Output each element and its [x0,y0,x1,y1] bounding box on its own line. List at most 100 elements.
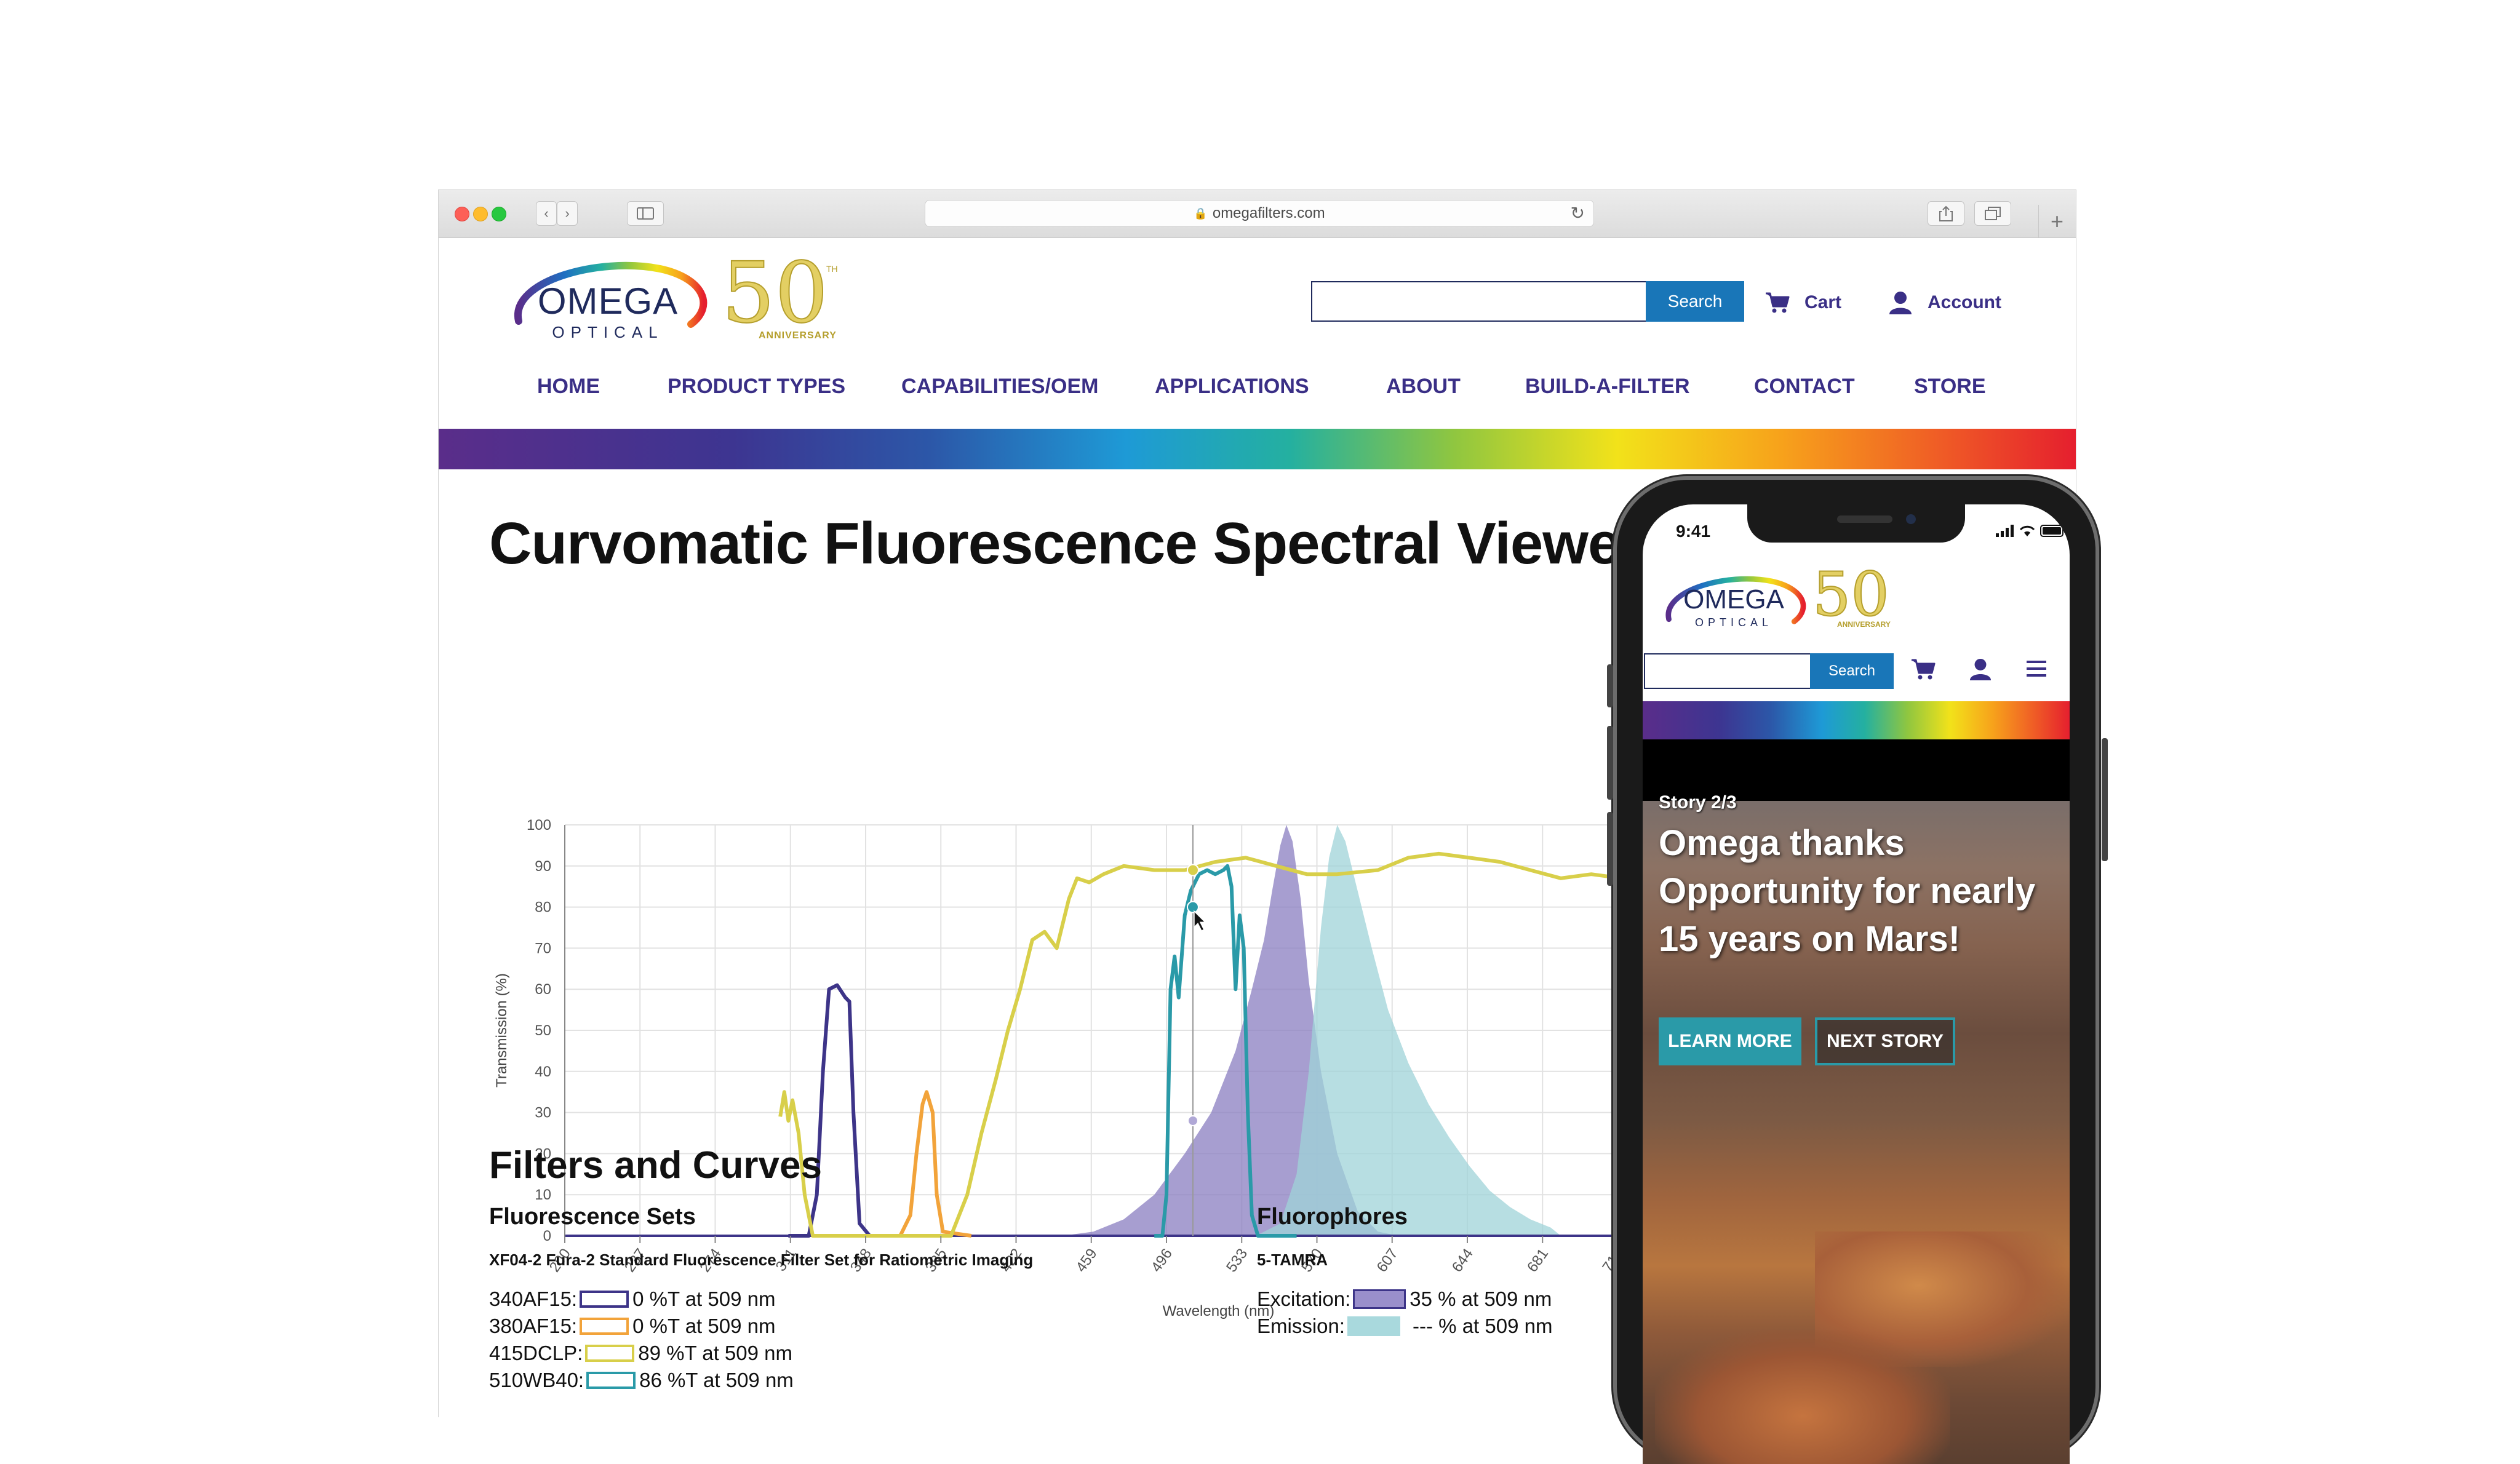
fluorophore-row: Excitation: 35 % at 509 nm [1257,1287,1552,1311]
filter-swatch[interactable] [585,1345,635,1362]
excitation-swatch[interactable] [1353,1289,1406,1309]
filter-value: 86 %T at 509 nm [639,1369,794,1391]
filter-name: 380AF15: [489,1315,578,1337]
x-tick-label: 644 [1449,1246,1477,1275]
anniversary-number: 50 [1812,560,1890,630]
mobile-cart-button[interactable] [1911,658,1936,683]
mobile-anniversary-badge: 50 ANNIVERSARY [1812,560,1911,636]
anniversary-th: TH [826,264,838,274]
filter-set-name: XF04-2 Fura-2 Standard Fluorescence Filt… [489,1251,1034,1269]
browser-toolbar: ‹ › 🔒 omegafilters.com ↻ + [439,190,2076,238]
cart-label: Cart [1804,292,1842,312]
minimize-window-button[interactable] [473,207,488,221]
status-time: 9:41 [1676,522,1711,541]
main-nav: HOME PRODUCT TYPES CAPABILITIES/OEM APPL… [439,375,2076,412]
filter-swatch[interactable] [580,1291,629,1308]
emission-swatch[interactable] [1347,1316,1401,1336]
cart-link[interactable]: Cart [1765,287,1841,318]
nav-home[interactable]: HOME [537,375,600,399]
filter-swatch[interactable] [580,1318,629,1335]
wifi-icon [2019,525,2035,536]
omega-logo[interactable]: OMEGA OPTICAL [506,257,709,343]
next-story-button[interactable]: NEXT STORY [1815,1017,1955,1065]
y-tick-label: 60 [535,981,551,998]
x-tick-label: 459 [1073,1246,1101,1275]
phone-volume-down [1607,812,1613,886]
nav-applications[interactable]: APPLICATIONS [1155,375,1309,399]
status-icons [1996,524,2067,538]
nav-about[interactable]: ABOUT [1386,375,1461,399]
y-axis-label: Transmission (%) [493,973,510,1088]
mouse-pointer-icon [1194,910,1206,932]
search-button[interactable]: Search [1646,281,1744,322]
anniversary-label: ANNIVERSARY [759,330,837,341]
phone-speaker [1837,515,1892,523]
new-tab-button[interactable]: + [2038,205,2075,238]
mobile-search-input[interactable] [1644,653,1811,689]
plus-icon: + [2050,209,2064,234]
share-icon [1939,205,1953,221]
phone-mockup: 9:41 OMEGA OPTICAL 50 ANNIVERSARY Search [1607,476,2108,1464]
filter-value: 0 %T at 509 nm [632,1315,776,1337]
reload-icon[interactable]: ↻ [1571,203,1585,223]
anniversary-badge: 50 TH ANNIVERSARY [721,251,845,344]
nav-product-types[interactable]: PRODUCT TYPES [668,375,845,399]
fluorophore-value: 35 % at 509 nm [1410,1287,1552,1310]
back-button[interactable]: ‹ [536,201,557,226]
nav-contact[interactable]: CONTACT [1754,375,1855,399]
address-bar[interactable]: 🔒 omegafilters.com ↻ [925,200,1594,227]
battery-icon [2040,525,2066,537]
sidebar-toggle-button[interactable] [627,201,664,226]
account-link[interactable]: Account [1888,287,2001,318]
phone-camera [1906,514,1916,524]
mobile-search-button[interactable]: Search [1810,653,1894,689]
phone-volume-up [1607,726,1613,800]
filter-name: 415DCLP: [489,1342,583,1364]
mobile-account-button[interactable] [1969,658,1992,683]
y-tick-label: 40 [535,1064,551,1080]
filter-value: 89 %T at 509 nm [638,1342,792,1364]
forward-button[interactable]: › [557,201,578,226]
x-tick-label: 681 [1524,1246,1552,1275]
lock-icon: 🔒 [1194,207,1208,220]
learn-more-button[interactable]: LEARN MORE [1659,1017,1801,1065]
share-button[interactable] [1928,201,1964,226]
search-input[interactable] [1311,281,1652,322]
page-title: Curvomatic Fluorescence Spectral Viewer [489,511,1643,576]
y-tick-label: 10 [535,1187,551,1203]
phone-notch [1747,504,1965,543]
zoom-window-button[interactable] [492,207,506,221]
anniversary-label: ANNIVERSARY [1837,620,1891,629]
y-tick-label: 80 [535,899,551,916]
logo-wordmark: OMEGA [1683,584,1784,615]
fluorophores-title: Fluorophores [1257,1204,1408,1230]
nav-capabilities-oem[interactable]: CAPABILITIES/OEM [901,375,1099,399]
sidebar-icon [637,207,654,220]
story-hero: Story 2/3 Omega thanks Opportunity for n… [1643,739,2070,1464]
filter-name: 340AF15: [489,1287,578,1310]
signal-icon [1996,525,2014,537]
nav-build-a-filter[interactable]: BUILD-A-FILTER [1525,375,1690,399]
rainbow-banner [439,429,2076,469]
fluorescence-sets-title: Fluorescence Sets [489,1204,696,1230]
chevron-left-icon: ‹ [544,205,549,221]
phone-mute-switch [1607,664,1613,707]
hamburger-icon [2027,661,2046,677]
series-380af15[interactable] [849,1090,972,1238]
fluorophore-label: Emission: [1257,1315,1346,1337]
close-window-button[interactable] [455,207,469,221]
user-icon [1888,291,1913,314]
mobile-menu-button[interactable] [2025,659,2048,681]
filter-name: 510WB40: [489,1369,584,1391]
y-tick-label: 50 [535,1022,551,1039]
filter-swatch[interactable] [586,1372,636,1389]
y-tick-label: 70 [535,940,551,957]
fluorophore-row: Emission: --- % at 509 nm [1257,1315,1552,1338]
x-tick-label: 533 [1223,1246,1251,1275]
tab-overview-button[interactable] [1974,201,2011,226]
filters-section-title: Filters and Curves [489,1144,822,1187]
logo-subtitle: OPTICAL [552,323,664,341]
nav-store[interactable]: STORE [1914,375,1986,399]
cursor-marker [1187,1115,1198,1126]
mobile-omega-logo[interactable]: OMEGA OPTICAL [1660,568,1808,630]
